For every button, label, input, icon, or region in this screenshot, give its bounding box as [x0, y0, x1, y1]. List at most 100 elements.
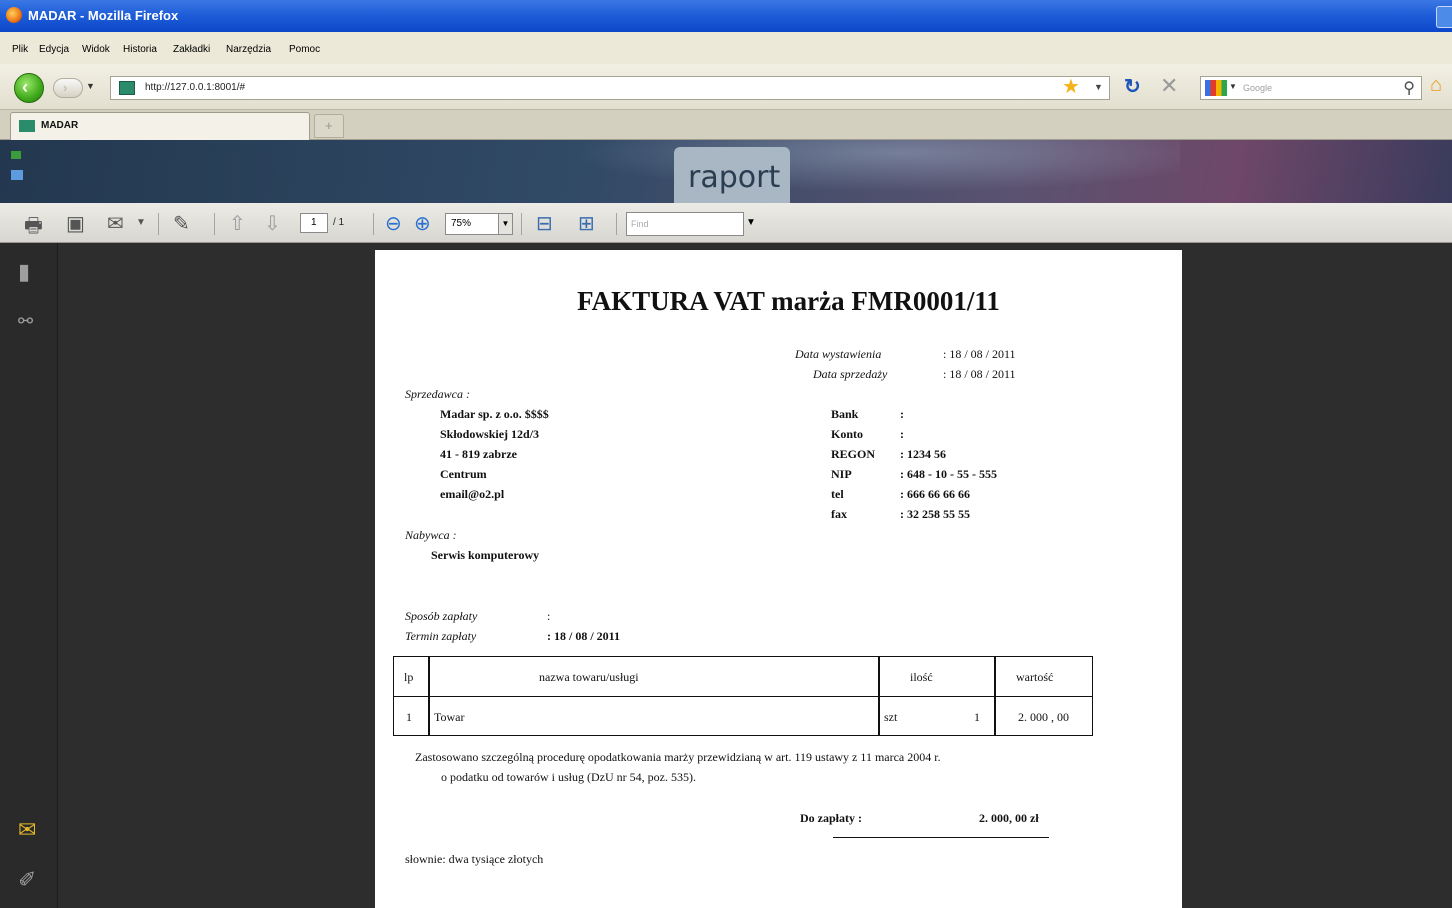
search-engine-dropdown-icon[interactable]: ▼: [1229, 82, 1237, 91]
table-header-cell: nazwa towaru/usługi: [539, 670, 639, 684]
sale-date-label: Data sprzedaży: [813, 367, 888, 381]
zoom-in-icon[interactable]: ⊕: [414, 211, 431, 235]
table-cell: 2. 000 , 00: [1018, 710, 1069, 724]
company-info-value: :: [900, 407, 904, 421]
window-control-button[interactable]: [1436, 6, 1452, 28]
company-info-label: Bank: [831, 407, 859, 421]
fit-page-icon[interactable]: ⊞: [578, 211, 595, 235]
fit-width-icon[interactable]: ⊟: [536, 211, 553, 235]
binoculars-icon[interactable]: ⚯: [18, 311, 33, 332]
sale-date-value: : 18 / 08 / 2011: [943, 367, 1016, 381]
zoom-dropdown-icon[interactable]: ▼: [498, 214, 512, 234]
menu-widok[interactable]: Widok: [82, 44, 110, 55]
seller-line: Skłodowskiej 12d/3: [440, 427, 540, 441]
search-engine-icon[interactable]: [1205, 80, 1227, 96]
vat-note: o podatku od towarów i usług (DzU nr 54,…: [441, 770, 696, 784]
raport-tab-label: raport: [688, 160, 781, 195]
search-icon[interactable]: ⚲: [1403, 78, 1415, 98]
menu-edycja[interactable]: Edycja: [39, 44, 69, 55]
zoom-select[interactable]: 75% ▼: [445, 213, 513, 235]
menu-zakladki[interactable]: Zakładki: [173, 44, 210, 55]
site-favicon-icon: [119, 81, 135, 95]
forward-button[interactable]: ›: [53, 78, 83, 98]
payment-method-value: :: [547, 609, 551, 623]
forward-arrow-icon: ›: [63, 80, 68, 95]
share-icon[interactable]: ✉: [107, 211, 124, 235]
back-button[interactable]: ‹: [14, 73, 44, 103]
invoice-document: FAKTURA VAT marża FMR0001/11 Data wystaw…: [375, 250, 1182, 908]
buyer-label: Nabywca :: [405, 528, 457, 542]
database-icon[interactable]: [11, 170, 23, 180]
page-number-input[interactable]: 1: [300, 213, 328, 233]
stop-icon[interactable]: ✕: [1160, 73, 1178, 99]
menu-narzedzia[interactable]: Narzędzia: [226, 44, 271, 55]
home-icon[interactable]: ⌂: [1430, 74, 1442, 97]
toolbar-separator: [373, 213, 374, 235]
amount-in-words: słownie: dwa tysiące złotych: [405, 852, 544, 866]
company-info-label: NIP: [831, 467, 852, 481]
buyer-name: Serwis komputerowy: [431, 548, 540, 562]
company-info-label: Konto: [831, 427, 864, 441]
toolbar-separator: [616, 213, 617, 235]
search-input[interactable]: Google: [1243, 83, 1272, 93]
firefox-logo-icon: [6, 7, 22, 23]
menu-plik[interactable]: Plik: [12, 44, 28, 55]
reload-icon[interactable]: ↻: [1124, 74, 1141, 99]
excel-icon[interactable]: [11, 151, 21, 159]
window-title: MADAR - Mozilla Firefox: [28, 8, 179, 23]
tab-madar[interactable]: MADAR: [10, 112, 310, 140]
issue-date-label: Data wystawienia: [795, 347, 882, 361]
bookmark-star-icon[interactable]: ★: [1062, 74, 1080, 99]
items-table: lp nazwa towaru/usługi ilość wartość 1 T…: [393, 656, 1093, 736]
bookmark-dropdown-icon[interactable]: ▼: [1094, 82, 1103, 92]
print-icon[interactable]: 🖶: [24, 211, 43, 237]
banner-decoration: [480, 140, 1180, 203]
new-tab-button[interactable]: +: [314, 114, 344, 138]
table-header-cell: ilość: [910, 670, 933, 684]
toolbar-separator: [521, 213, 522, 235]
window-titlebar: MADAR - Mozilla Firefox: [0, 0, 1452, 32]
address-bar[interactable]: http://127.0.0.1:8001/#: [110, 76, 1110, 100]
payment-method-label: Sposób zapłaty: [405, 609, 478, 623]
table-cell: 1: [406, 710, 412, 724]
invoice-title: FAKTURA VAT marża FMR0001/11: [577, 286, 1000, 316]
pdf-sidebar: ▮ ⚯ ✉ ✐: [0, 243, 58, 908]
table-header-row: [394, 657, 1092, 697]
table-divider: [878, 657, 880, 735]
company-info-value: : 666 66 66 66: [900, 487, 970, 501]
save-icon[interactable]: ▣: [66, 211, 85, 235]
table-header-cell: lp: [404, 670, 414, 684]
table-divider: [994, 657, 996, 735]
company-info-value: :: [900, 427, 904, 441]
pdf-toolbar: 🖶 ▣ ✉ ▼ ✎ ⇧ ⇩ 1 / 1 ⊖ ⊕ 75% ▼ ⊟ ⊞ Find ▼: [0, 203, 1452, 243]
tab-label: MADAR: [41, 120, 79, 131]
menu-historia[interactable]: Historia: [123, 44, 157, 55]
toolbar-separator: [158, 213, 159, 235]
find-input[interactable]: Find: [626, 212, 744, 236]
company-info-value: : 32 258 55 55: [900, 507, 970, 521]
tab-raport[interactable]: raport: [674, 147, 790, 203]
zoom-out-icon[interactable]: ⊖: [385, 211, 402, 235]
prev-page-icon[interactable]: ⇧: [229, 211, 246, 235]
vat-note: Zastosowano szczególną procedurę opodatk…: [415, 750, 941, 764]
search-bar[interactable]: ▼ Google ⚲: [1200, 76, 1422, 100]
seller-line: email@o2.pl: [440, 487, 505, 501]
attachment-icon[interactable]: ✐: [18, 867, 36, 893]
menu-bar: Plik Edycja Widok Historia Zakładki Narz…: [0, 32, 1452, 64]
history-dropdown-icon[interactable]: ▼: [86, 81, 95, 91]
pages-icon[interactable]: ▮: [18, 259, 30, 285]
back-arrow-icon: ‹: [22, 77, 28, 97]
menu-pomoc[interactable]: Pomoc: [289, 44, 320, 55]
url-text: http://127.0.0.1:8001/#: [145, 82, 246, 93]
toolbar-separator: [214, 213, 215, 235]
comment-icon[interactable]: ✎: [173, 211, 190, 235]
find-dropdown-icon[interactable]: ▼: [746, 217, 756, 228]
navigation-toolbar: ‹ › ▼ http://127.0.0.1:8001/# ★ ▼ ↻ ✕ ▼ …: [0, 64, 1452, 110]
comments-icon[interactable]: ✉: [18, 817, 36, 843]
page-total: / 1: [333, 217, 345, 228]
table-divider: [428, 657, 430, 735]
share-dropdown-icon[interactable]: ▼: [136, 217, 146, 241]
next-page-icon[interactable]: ⇩: [264, 211, 281, 235]
tab-bar: MADAR +: [0, 110, 1452, 140]
company-info-label: fax: [831, 507, 847, 521]
